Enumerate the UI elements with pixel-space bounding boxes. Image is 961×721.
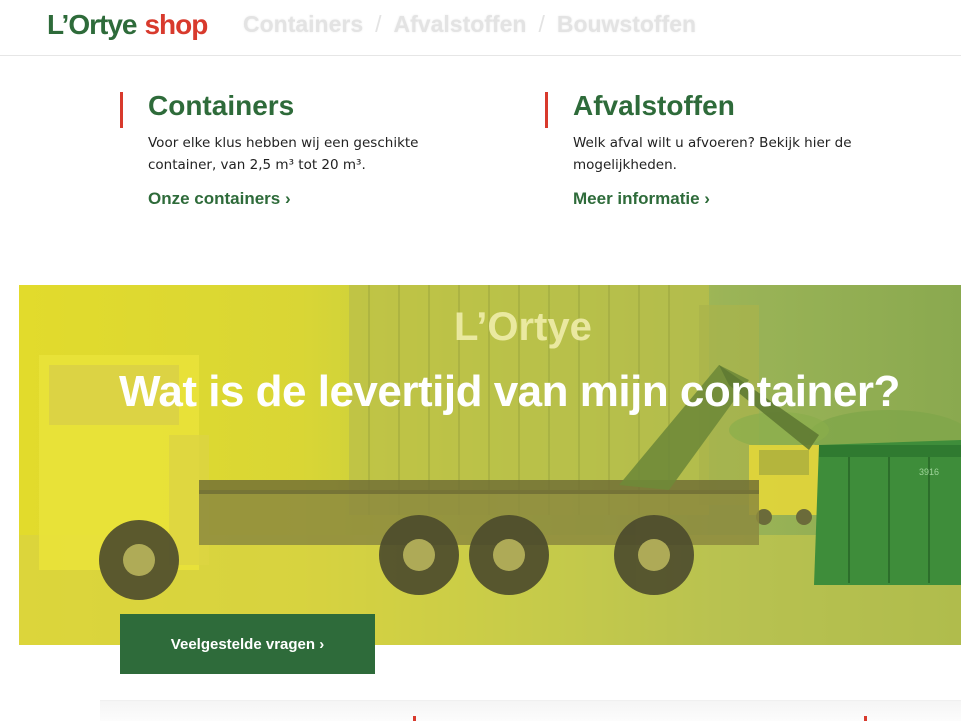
- main-nav: Containers / Afvalstoffen / Bouwstoffen: [243, 11, 696, 38]
- nav-separator: /: [538, 11, 545, 37]
- hero-heading: Wat is de levertijd van mijn container?: [119, 367, 900, 416]
- site-logo[interactable]: L’Ortye shop: [47, 9, 208, 41]
- onze-containers-link[interactable]: Onze containers ›: [148, 189, 291, 209]
- site-header: L’Ortye shop Containers / Afvalstoffen / …: [0, 0, 961, 56]
- accent-bar: [545, 92, 548, 128]
- faq-button[interactable]: Veelgestelde vragen ›: [120, 614, 375, 674]
- logo-brand: L’Ortye: [47, 9, 137, 40]
- accent-bar: [864, 716, 867, 721]
- nav-bouwstoffen[interactable]: Bouwstoffen: [557, 11, 696, 38]
- meer-informatie-link[interactable]: Meer informatie ›: [573, 189, 710, 209]
- accent-bar: [120, 92, 123, 128]
- next-section-edge: [100, 700, 961, 721]
- logo-shop: shop: [144, 9, 208, 40]
- accent-bar: [413, 716, 416, 721]
- nav-separator: /: [375, 11, 382, 37]
- container-tag: 3916: [919, 467, 939, 477]
- feature-text: Welk afval wilt u afvoeren? Bekijk hier …: [573, 135, 852, 173]
- nav-containers[interactable]: Containers: [243, 11, 363, 38]
- hero-truck-image: L’Ortye 3916: [19, 285, 961, 645]
- feature-title: Containers: [148, 90, 295, 121]
- feature-text: Voor elke klus hebben wij een geschikte …: [148, 135, 419, 173]
- building-logo: L’Ortye: [454, 305, 592, 349]
- feature-title: Afvalstoffen: [573, 90, 735, 121]
- hero-banner: L’Ortye 3916 Wat is de levertijd van mij…: [19, 285, 961, 645]
- nav-afvalstoffen[interactable]: Afvalstoffen: [394, 11, 527, 38]
